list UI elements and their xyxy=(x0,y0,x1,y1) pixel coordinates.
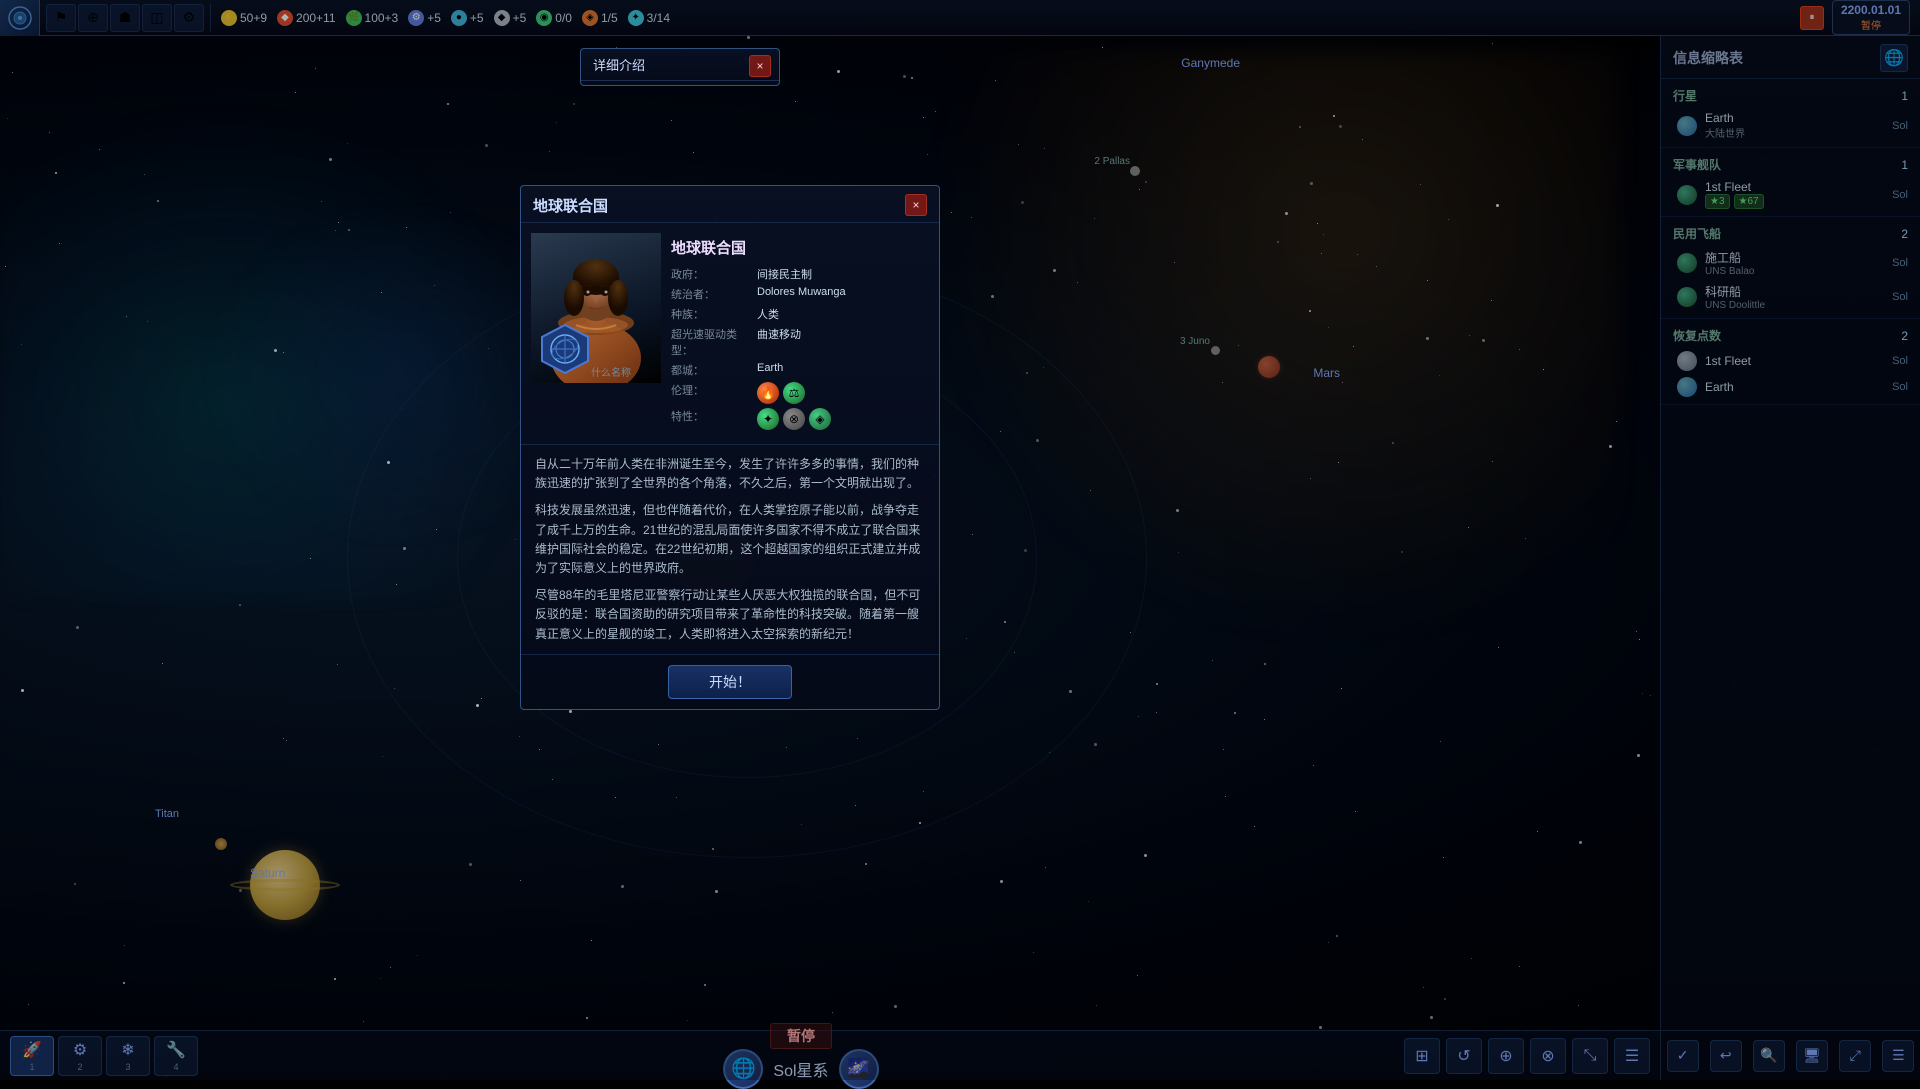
faction-top-section: 什么名称 地球联合国 政府： 间接民主制 统治者： Dolores Muwang… xyxy=(521,223,939,445)
traits-label: 特性： xyxy=(671,408,751,430)
start-button[interactable]: 开始！ xyxy=(668,665,792,699)
ethic-icon-2[interactable]: ⚖ xyxy=(783,382,805,404)
species-label: 种族： xyxy=(671,306,751,322)
faction-close-button[interactable]: × xyxy=(905,194,927,216)
ftl-value: 曲速移动 xyxy=(757,326,801,358)
faction-desc-para-2: 科技发展虽然迅速，但也伴随着代价，在人类掌控原子能以前，战争夺走了成千上万的生命… xyxy=(535,501,925,578)
ethics-icons: 🔥 ⚖ xyxy=(757,382,805,404)
faction-name: 地球联合国 xyxy=(671,237,929,258)
detail-close-icon[interactable]: × xyxy=(749,55,771,77)
trait-icon-1[interactable]: ✦ xyxy=(757,408,779,430)
faction-desc-para-3: 尽管88年的毛里塔尼亚警察行动让某些人厌恶大权独揽的联合国，但不可反驳的是：联合… xyxy=(535,586,925,644)
trait-icon-3[interactable]: ◈ xyxy=(809,408,831,430)
start-btn-area: 开始！ xyxy=(521,655,939,709)
missing-name: 什么名称 xyxy=(591,364,631,379)
detail-close-btn[interactable]: × xyxy=(749,55,771,77)
faction-modal: 地球联合国 × xyxy=(520,185,940,710)
faction-info: 地球联合国 政府： 间接民主制 统治者： Dolores Muwanga 种族：… xyxy=(671,233,929,434)
modal-overlay xyxy=(0,0,1920,1080)
trait-icon-2[interactable]: ⊗ xyxy=(783,408,805,430)
detail-modal: 详细介绍 × xyxy=(580,48,780,86)
ethic-icon-1[interactable]: 🔥 xyxy=(757,382,779,404)
info-species: 种族： 人类 xyxy=(671,306,929,322)
faction-modal-header: 地球联合国 × xyxy=(521,186,939,223)
ruler-label: 统治者： xyxy=(671,286,751,302)
govt-label: 政府： xyxy=(671,266,751,282)
capital-label: 都城： xyxy=(671,362,751,378)
faction-description: 自从二十万年前人类在非洲诞生至今，发生了许许多多的事情，我们的种族迅速的扩张到了… xyxy=(521,445,939,655)
faction-modal-title: 地球联合国 xyxy=(533,195,608,216)
info-government: 政府： 间接民主制 xyxy=(671,266,929,282)
info-capital: 都城： Earth xyxy=(671,362,929,378)
faction-portrait: 什么名称 xyxy=(531,233,661,383)
info-ruler: 统治者： Dolores Muwanga xyxy=(671,286,929,302)
species-value: 人类 xyxy=(757,306,779,322)
traits-icons: ✦ ⊗ ◈ xyxy=(757,408,831,430)
ruler-value: Dolores Muwanga xyxy=(757,286,846,302)
govt-value: 间接民主制 xyxy=(757,266,812,282)
info-ftl: 超光速驱动类型： 曲速移动 xyxy=(671,326,929,358)
ethics-label: 伦理： xyxy=(671,382,751,404)
ftl-label: 超光速驱动类型： xyxy=(671,326,751,358)
faction-emblem xyxy=(539,323,591,375)
info-traits: 特性： ✦ ⊗ ◈ xyxy=(671,408,929,430)
capital-value: Earth xyxy=(757,362,783,378)
faction-desc-para-1: 自从二十万年前人类在非洲诞生至今，发生了许许多多的事情，我们的种族迅速的扩张到了… xyxy=(535,455,925,493)
info-ethics: 伦理： 🔥 ⚖ xyxy=(671,382,929,404)
